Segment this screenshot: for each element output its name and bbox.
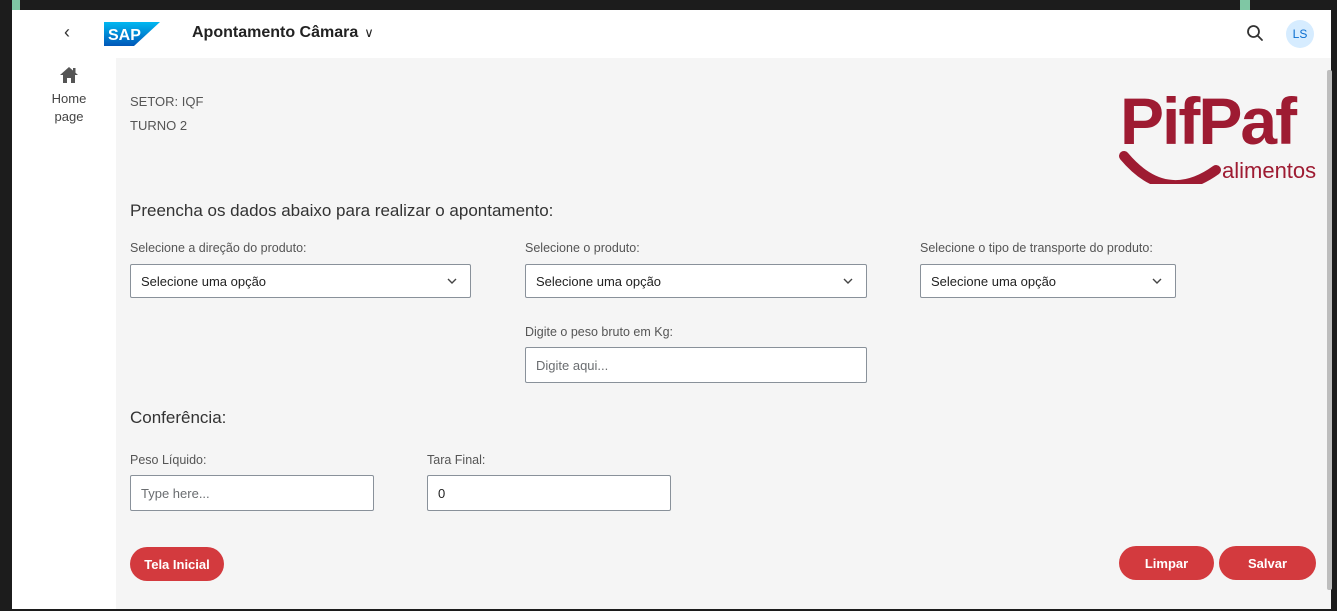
- product-label: Selecione o produto:: [525, 241, 640, 255]
- conference-title: Conferência:: [130, 408, 227, 427]
- transport-select-value: Selecione uma opção: [931, 274, 1057, 289]
- user-avatar[interactable]: LS: [1286, 20, 1314, 48]
- home-icon: [60, 67, 78, 83]
- vertical-scrollbar[interactable]: [1327, 70, 1332, 590]
- gross-weight-input[interactable]: [525, 347, 867, 383]
- sidebar-item-home[interactable]: Home page: [34, 66, 104, 126]
- tare-input[interactable]: [427, 475, 671, 511]
- tare-label: Tara Final:: [427, 453, 486, 467]
- search-icon[interactable]: [1246, 24, 1264, 42]
- clear-button[interactable]: Limpar: [1119, 546, 1214, 580]
- side-navigation: Home page: [12, 56, 116, 609]
- window-left-border: [0, 0, 12, 611]
- svg-text:alimentos: alimentos: [1222, 158, 1316, 183]
- window-edge-marker: [1240, 0, 1250, 10]
- chevron-down-icon: [843, 278, 853, 284]
- app-title-menu[interactable]: Apontamento Câmara ∨: [192, 24, 374, 42]
- net-weight-input[interactable]: [130, 475, 374, 511]
- gross-weight-label: Digite o peso bruto em Kg:: [525, 325, 673, 339]
- sap-logo[interactable]: SAP: [104, 22, 160, 46]
- app-title: Apontamento Câmara: [192, 24, 359, 41]
- chevron-left-icon[interactable]: ‹: [64, 22, 70, 43]
- svg-text:PifPaf: PifPaf: [1120, 84, 1298, 158]
- net-weight-label: Peso Líquido:: [130, 453, 207, 467]
- sidebar-item-label: Home: [51, 91, 87, 106]
- direction-select-value: Selecione uma opção: [141, 274, 267, 289]
- home-screen-button[interactable]: Tela Inicial: [130, 547, 224, 581]
- window-top-border: [0, 0, 1337, 10]
- save-button[interactable]: Salvar: [1219, 546, 1316, 580]
- direction-select[interactable]: Selecione uma opção: [130, 264, 471, 298]
- svg-text:SAP: SAP: [108, 27, 141, 44]
- shell-bar: ‹ SAP Apontamento Câmara ∨ LS: [12, 10, 1331, 56]
- transport-select[interactable]: Selecione uma opção: [920, 264, 1176, 298]
- product-select[interactable]: Selecione uma opção: [525, 264, 867, 298]
- sidebar-item-label: page: [54, 109, 84, 124]
- transport-label: Selecione o tipo de transporte do produt…: [920, 241, 1153, 255]
- direction-label: Selecione a direção do produto:: [130, 241, 307, 255]
- chevron-down-icon: ∨: [364, 25, 374, 40]
- chevron-down-icon: [1152, 278, 1162, 284]
- main-content: SETOR: IQF TURNO 2 PifPaf alimentos Pree…: [116, 58, 1332, 609]
- product-select-value: Selecione uma opção: [536, 274, 662, 289]
- sector-text: SETOR: IQF: [130, 94, 204, 109]
- shift-text: TURNO 2: [130, 118, 188, 133]
- pifpaf-logo: PifPaf alimentos: [1119, 84, 1316, 184]
- form-instruction: Preencha os dados abaixo para realizar o…: [130, 201, 554, 220]
- chevron-down-icon: [447, 278, 457, 284]
